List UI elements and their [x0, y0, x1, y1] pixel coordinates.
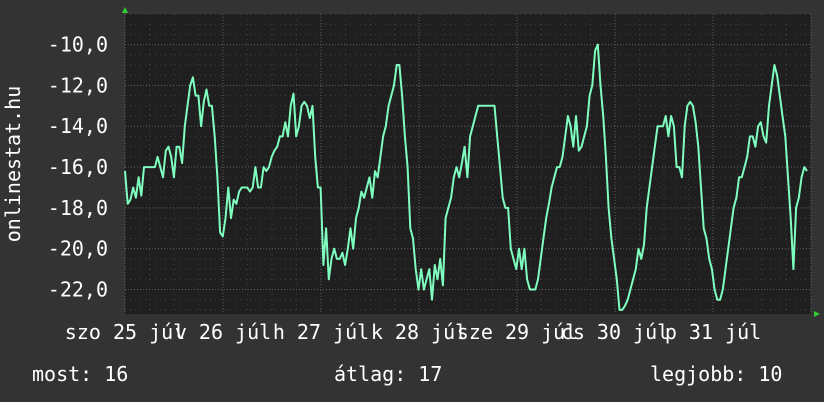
x-axis-ticks: szo 25 júlv 26 júl h 27 júl k 28 júlsze 29…: [65, 320, 761, 344]
y-tick-label: -12,0: [48, 73, 108, 97]
x-tick-label: h 27 júl: [273, 320, 369, 344]
y-tick-label: -14,0: [48, 114, 108, 138]
y-axis-label: onlinestat.hu: [1, 86, 25, 243]
stat-current: most: 16: [32, 362, 129, 386]
line-chart: -10,0 -12,0 -14,0 -16,0 -18,0 -20,0 -22,0 szo …: [1, 7, 820, 344]
y-tick-label: -20,0: [48, 237, 108, 261]
x-tick-label: sze 29 júl: [457, 320, 577, 344]
x-tick-label: p 31 júl: [665, 320, 761, 344]
x-tick-label: cs 30 júl: [561, 320, 669, 344]
stat-best: legjobb: 10: [650, 362, 783, 386]
x-tick-label: szo 25 júl: [65, 320, 185, 344]
y-axis-arrow: [122, 7, 128, 13]
x-tick-label: k 28 júl: [371, 320, 467, 344]
x-axis-arrow: [814, 311, 820, 317]
y-tick-label: -10,0: [48, 33, 108, 57]
y-tick-label: -18,0: [48, 196, 108, 220]
y-axis-ticks: -10,0 -12,0 -14,0 -16,0 -18,0 -20,0 -22,0: [48, 33, 108, 302]
chart-window: -10,0 -12,0 -14,0 -16,0 -18,0 -20,0 -22,0 szo …: [0, 0, 824, 402]
y-tick-label: -16,0: [48, 155, 108, 179]
y-tick-label: -22,0: [48, 278, 108, 302]
x-tick-label: v 26 júl: [175, 320, 271, 344]
stat-average: átlag: 17: [334, 362, 443, 386]
